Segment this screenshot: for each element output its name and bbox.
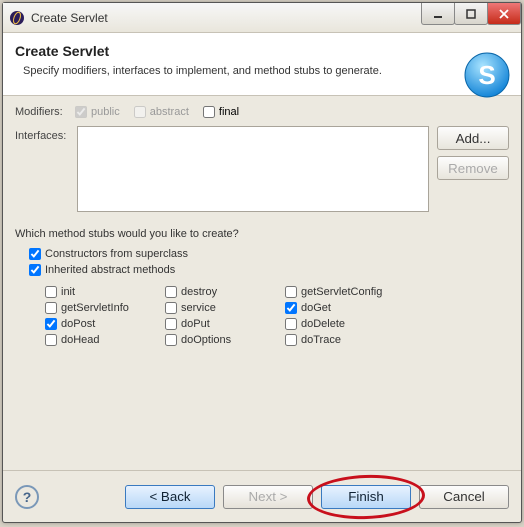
stub-doput[interactable]: doPut <box>165 318 285 330</box>
title-bar: Create Servlet <box>3 3 521 33</box>
stub-getservletinfo[interactable]: getServletInfo <box>45 302 165 314</box>
next-button[interactable]: Next > <box>223 485 313 509</box>
svg-text:S: S <box>478 60 495 90</box>
eclipse-icon <box>9 10 25 26</box>
stub-dopost[interactable]: doPost <box>45 318 165 330</box>
interfaces-label: Interfaces: <box>15 130 77 142</box>
stub-dotrace[interactable]: doTrace <box>285 334 435 346</box>
maximize-button[interactable] <box>454 3 488 25</box>
servlet-badge-icon: S <box>463 51 511 99</box>
interfaces-row: Interfaces: Add... Remove <box>15 126 509 212</box>
help-icon[interactable]: ? <box>15 485 39 509</box>
stub-service[interactable]: service <box>165 302 285 314</box>
stub-constructors-checkbox[interactable] <box>29 248 41 260</box>
stub-doget[interactable]: doGet <box>285 302 435 314</box>
title-bar-text: Create Servlet <box>31 11 108 25</box>
stub-init[interactable]: init <box>45 286 165 298</box>
stub-getservletconfig[interactable]: getServletConfig <box>285 286 435 298</box>
stub-top-checks: Constructors from superclass Inherited a… <box>29 248 509 276</box>
cancel-button[interactable]: Cancel <box>419 485 509 509</box>
content-area: Modifiers: public abstract final Interfa… <box>3 96 521 354</box>
stub-inherited[interactable]: Inherited abstract methods <box>29 264 495 276</box>
add-interface-button[interactable]: Add... <box>437 126 509 150</box>
stub-inherited-checkbox[interactable] <box>29 264 41 276</box>
modifiers-row: Modifiers: public abstract final <box>15 106 509 118</box>
modifier-final[interactable]: final <box>203 106 239 118</box>
modifier-abstract-checkbox <box>134 106 146 118</box>
remove-interface-button[interactable]: Remove <box>437 156 509 180</box>
back-button[interactable]: < Back <box>125 485 215 509</box>
stub-dohead[interactable]: doHead <box>45 334 165 346</box>
page-subtitle: Specify modifiers, interfaces to impleme… <box>23 65 509 77</box>
stub-dooptions[interactable]: doOptions <box>165 334 285 346</box>
page-title: Create Servlet <box>15 43 509 59</box>
modifier-abstract: abstract <box>134 106 189 118</box>
close-button[interactable] <box>487 3 521 25</box>
dialog-window: Create Servlet Create Servlet Specify mo… <box>2 2 522 523</box>
nav-buttons: < Back Next > Finish Cancel <box>125 485 509 509</box>
stub-dodelete[interactable]: doDelete <box>285 318 435 330</box>
method-stubs-question: Which method stubs would you like to cre… <box>15 228 509 240</box>
stub-destroy[interactable]: destroy <box>165 286 285 298</box>
modifier-public-checkbox <box>75 106 87 118</box>
dialog-footer: ? < Back Next > Finish Cancel <box>3 470 521 522</box>
modifiers-label: Modifiers: <box>15 106 75 118</box>
modifier-final-checkbox[interactable] <box>203 106 215 118</box>
stub-grid: init destroy getServletConfig getServlet… <box>45 286 509 346</box>
minimize-button[interactable] <box>421 3 455 25</box>
interfaces-listbox[interactable] <box>77 126 429 212</box>
interfaces-buttons: Add... Remove <box>437 126 509 180</box>
modifier-public: public <box>75 106 120 118</box>
stub-constructors[interactable]: Constructors from superclass <box>29 248 495 260</box>
header-panel: Create Servlet Specify modifiers, interf… <box>3 33 521 96</box>
finish-button[interactable]: Finish <box>321 485 411 509</box>
